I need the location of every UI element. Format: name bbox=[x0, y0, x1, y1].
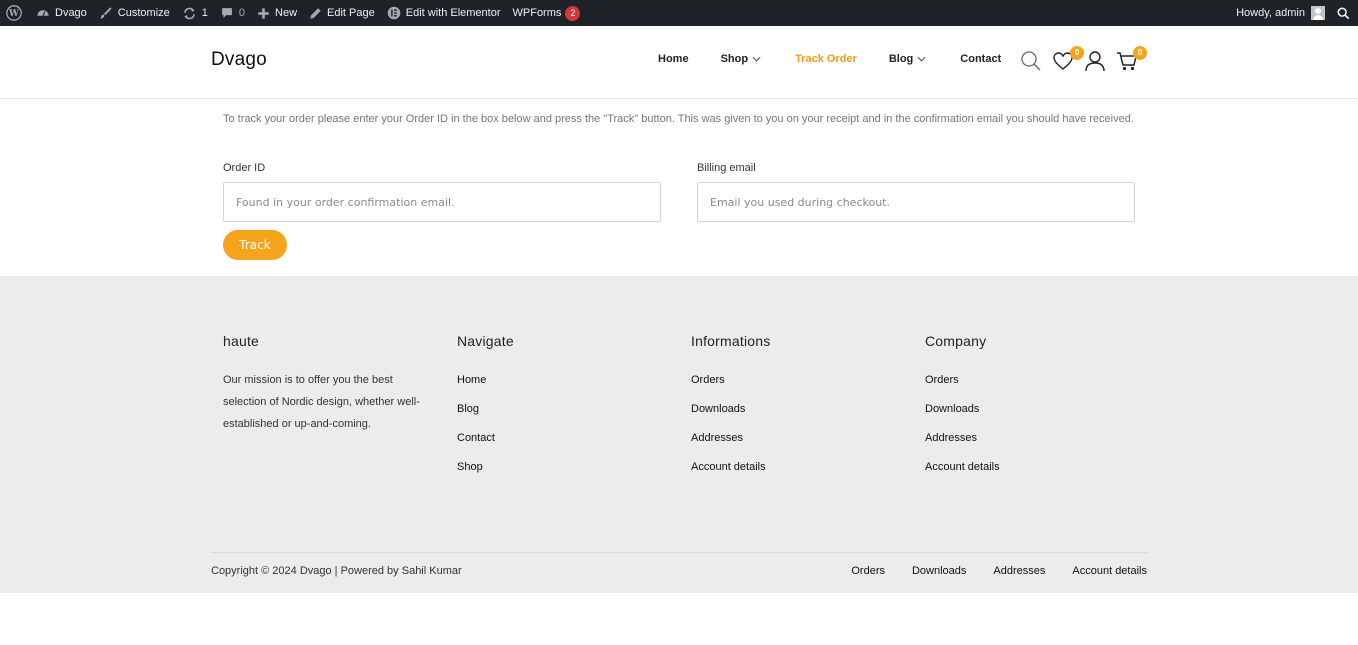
site-logo[interactable]: Dvago bbox=[211, 49, 267, 71]
admin-comments-link[interactable]: 0 bbox=[214, 0, 251, 26]
site-header: Dvago Home Shop Track Order Blog Contact… bbox=[0, 26, 1358, 99]
greeting-label: Howdy, admin bbox=[1236, 7, 1305, 19]
footer-bottom-link[interactable]: Orders bbox=[851, 565, 885, 577]
footer-bottom-link[interactable]: Downloads bbox=[912, 565, 966, 577]
edit-page-label: Edit Page bbox=[327, 7, 375, 19]
billing-email-input[interactable] bbox=[697, 182, 1135, 222]
footer-link[interactable]: Account details bbox=[925, 458, 1000, 487]
wordpress-logo-icon[interactable]: W bbox=[0, 0, 30, 26]
nav-label: Home bbox=[658, 53, 689, 65]
customize-label: Customize bbox=[117, 7, 170, 19]
cart-count-badge: 0 bbox=[1133, 46, 1147, 60]
footer-about-text: Our mission is to offer you the best sel… bbox=[223, 374, 420, 430]
nav-item-track-order[interactable]: Track Order bbox=[795, 53, 857, 65]
nav-label: Contact bbox=[960, 53, 1002, 65]
dashboard-icon bbox=[37, 10, 49, 17]
site-name-label: Dvago bbox=[55, 7, 87, 19]
track-button[interactable]: Track bbox=[223, 230, 287, 260]
admin-search-button[interactable] bbox=[1331, 0, 1358, 26]
footer-column-title: Navigate bbox=[457, 333, 514, 349]
footer-divider bbox=[211, 552, 1147, 553]
elementor-icon bbox=[387, 6, 401, 20]
track-order-intro: To track your order please enter your Or… bbox=[223, 113, 1134, 125]
comment-icon bbox=[221, 8, 232, 18]
nav-label: Blog bbox=[888, 53, 914, 65]
admin-wpforms-link[interactable]: WPForms 2 bbox=[507, 0, 587, 26]
main-nav: Home Shop Track Order Blog Contact bbox=[658, 53, 1001, 65]
copyright-text: Copyright © 2024 Dvago | Powered by Sahi… bbox=[211, 565, 462, 577]
comments-count: 0 bbox=[238, 7, 246, 19]
new-label: New bbox=[275, 7, 298, 19]
nav-label: Shop bbox=[720, 53, 749, 65]
chevron-down-icon bbox=[917, 56, 926, 62]
footer-link[interactable]: Account details bbox=[691, 458, 770, 487]
nav-item-contact[interactable]: Contact bbox=[960, 53, 1001, 65]
updates-icon bbox=[183, 7, 195, 19]
footer-link[interactable]: Home bbox=[457, 371, 514, 400]
admin-updates-link[interactable]: 1 bbox=[176, 0, 214, 26]
order-id-input[interactable] bbox=[223, 182, 661, 222]
nav-item-home[interactable]: Home bbox=[658, 53, 689, 65]
user-icon[interactable] bbox=[1084, 50, 1106, 72]
footer-link[interactable]: Orders bbox=[925, 371, 1000, 400]
footer-link[interactable]: Addresses bbox=[691, 429, 770, 458]
footer-column-navigate: Navigate Home Blog Contact Shop bbox=[457, 333, 514, 487]
nav-item-blog[interactable]: Blog bbox=[889, 53, 926, 65]
admin-customize-link[interactable]: Customize bbox=[93, 0, 176, 26]
footer-column-company: Company Orders Downloads Addresses Accou… bbox=[925, 333, 1000, 487]
site-footer: haute Our mission is to offer you the be… bbox=[0, 276, 1358, 593]
svg-text:W: W bbox=[8, 9, 19, 19]
admin-elementor-link[interactable]: Edit with Elementor bbox=[381, 0, 507, 26]
nav-item-shop[interactable]: Shop bbox=[721, 53, 762, 65]
footer-column-informations: Informations Orders Downloads Addresses … bbox=[691, 333, 770, 487]
footer-link[interactable]: Shop bbox=[457, 458, 514, 487]
admin-new-link[interactable]: New bbox=[251, 0, 303, 26]
pencil-icon bbox=[310, 7, 321, 19]
footer-link[interactable]: Addresses bbox=[925, 429, 1000, 458]
updates-count: 1 bbox=[201, 7, 208, 19]
chevron-down-icon bbox=[752, 56, 761, 62]
footer-link[interactable]: Downloads bbox=[925, 400, 1000, 429]
search-icon[interactable] bbox=[1020, 50, 1042, 72]
footer-about-title: haute bbox=[223, 333, 260, 349]
admin-bar: W Dvago Customize 1 0 New Edit Page Edit… bbox=[0, 0, 1358, 26]
footer-column-title: Company bbox=[925, 333, 987, 349]
search-icon bbox=[1337, 7, 1350, 19]
footer-link[interactable]: Contact bbox=[457, 429, 514, 458]
footer-bottom-links: Orders Downloads Addresses Account detai… bbox=[824, 565, 1147, 577]
billing-email-label: Billing email bbox=[697, 162, 756, 174]
avatar bbox=[1311, 6, 1325, 20]
brush-icon bbox=[100, 7, 112, 19]
wishlist-count-badge: 0 bbox=[1070, 46, 1084, 60]
footer-link[interactable]: Orders bbox=[691, 371, 770, 400]
nav-label: Track Order bbox=[795, 53, 857, 65]
footer-link[interactable]: Downloads bbox=[691, 400, 770, 429]
wpforms-badge: 2 bbox=[565, 5, 581, 21]
plus-icon bbox=[258, 7, 269, 19]
footer-link[interactable]: Blog bbox=[457, 400, 514, 429]
admin-site-link[interactable]: Dvago bbox=[30, 0, 93, 26]
wpforms-label: WPForms bbox=[512, 7, 562, 19]
admin-account-menu[interactable]: Howdy, admin bbox=[1230, 0, 1331, 26]
admin-edit-page-link[interactable]: Edit Page bbox=[303, 0, 381, 26]
order-id-label: Order ID bbox=[223, 162, 266, 174]
footer-bottom-link[interactable]: Addresses bbox=[993, 565, 1045, 577]
footer-bottom-link[interactable]: Account details bbox=[1072, 565, 1147, 577]
footer-column-title: Informations bbox=[691, 333, 771, 349]
elementor-label: Edit with Elementor bbox=[405, 7, 501, 19]
footer-about: haute Our mission is to offer you the be… bbox=[223, 333, 437, 435]
